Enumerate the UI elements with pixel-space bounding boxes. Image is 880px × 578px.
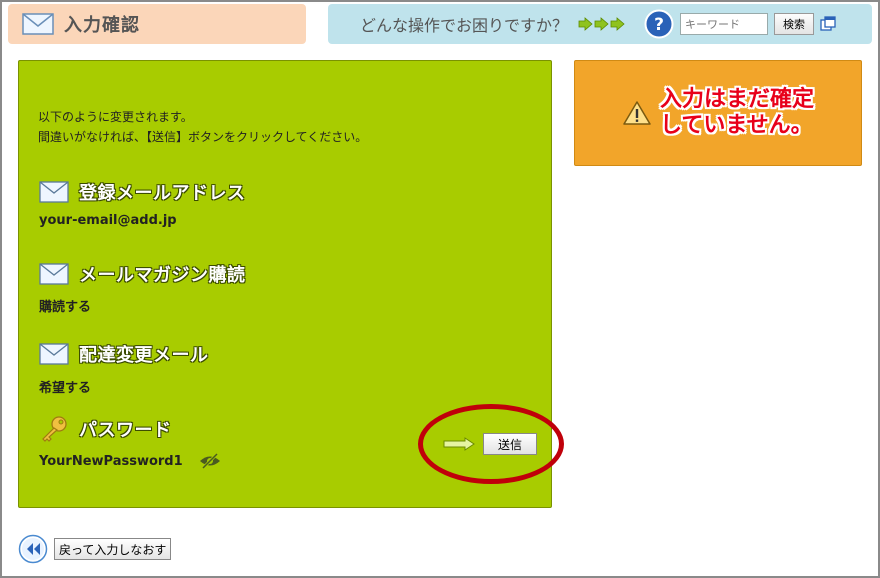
help-bar: どんな操作でお困りですか？ ? 検索 [328, 4, 872, 44]
email-value: your-email@add.jp [39, 213, 177, 228]
back-button[interactable]: 戻って入力しなおす [54, 538, 172, 560]
envelope-icon [39, 181, 69, 203]
intro-text: 以下のように変更されます。 間違いがなければ、【送信】ボタンをクリックしてくださ… [38, 107, 367, 147]
email-section-header: 登録メールアドレス [39, 179, 246, 205]
warning-box: 入力はまだ確定 していません。 [574, 60, 862, 166]
svg-text:?: ? [654, 15, 664, 35]
back-area: 戻って入力しなおす [18, 534, 172, 564]
password-section-header: パスワード [39, 415, 172, 443]
warning-line-2: していません。 [659, 113, 813, 138]
warning-icon [623, 101, 651, 125]
password-value: YourNewPassword1 [39, 453, 183, 469]
magazine-value: 購読する [39, 300, 92, 315]
warning-message: 入力はまだ確定 していません。 [660, 87, 814, 139]
magazine-section-header: メールマガジン購読 [39, 261, 246, 287]
intro-line-2: 間違いがなければ、【送信】ボタンをクリックしてください。 [38, 130, 368, 144]
warning-line-1: 入力はまだ確定 [659, 87, 814, 112]
key-icon [42, 416, 67, 442]
new-window-icon[interactable] [820, 16, 836, 32]
arrows-icon [578, 17, 626, 31]
delivery-label: 配達変更メール [79, 345, 209, 366]
page-title-tab: 入力確認 [8, 4, 306, 44]
keyword-input[interactable] [680, 13, 769, 35]
email-label: 登録メールアドレス [79, 183, 246, 204]
page-title: 入力確認 [64, 15, 140, 36]
delivery-value: 希望する [39, 381, 92, 396]
eye-slash-icon[interactable] [199, 453, 221, 469]
delivery-section-header: 配達変更メール [39, 341, 209, 367]
envelope-icon [39, 263, 69, 285]
password-row: YourNewPassword1 [39, 453, 221, 469]
highlight-ring [418, 404, 564, 484]
help-icon[interactable]: ? [644, 9, 674, 39]
help-question: どんな操作でお困りですか？ [360, 16, 569, 35]
rewind-icon[interactable] [18, 534, 48, 564]
envelope-icon [39, 343, 69, 365]
intro-line-1: 以下のように変更されます。 [38, 110, 193, 124]
password-label: パスワード [79, 420, 172, 441]
envelope-icon [22, 13, 54, 35]
magazine-label: メールマガジン購読 [79, 265, 246, 286]
search-button[interactable]: 検索 [774, 13, 815, 35]
